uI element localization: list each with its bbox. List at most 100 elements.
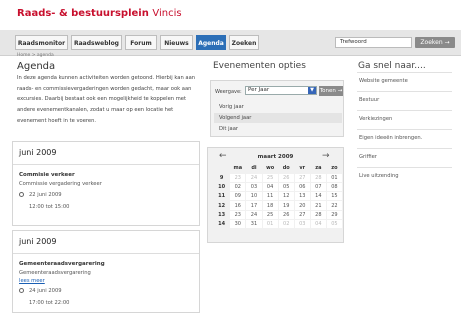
calendar-day[interactable]: 27	[293, 172, 311, 183]
quick-link[interactable]: Website gemeente	[357, 72, 452, 91]
calendar-day[interactable]: 22	[325, 200, 344, 211]
chevron-down-icon: ▼	[308, 87, 316, 94]
calendar-day[interactable]: 03	[245, 181, 263, 193]
calendar-header: ← maart 2009 →	[208, 148, 343, 164]
calendar-day[interactable]: 18	[261, 200, 279, 211]
event-date: 22 juni 2009	[19, 189, 193, 201]
week-number: 13	[212, 209, 231, 221]
weekday-header: do	[282, 165, 290, 172]
calendar-day[interactable]: 27	[293, 209, 311, 221]
event-title[interactable]: Commisie verkeer	[19, 170, 193, 180]
tab-zoeken[interactable]: Zoeken	[229, 35, 259, 50]
calendar-day[interactable]: 26	[277, 172, 295, 183]
calendar-week: 10 02 03 04 05 06 07 08	[212, 181, 344, 193]
weekday-header: vr	[299, 165, 306, 172]
search-button[interactable]: Zoeken →	[415, 37, 455, 48]
next-month-icon[interactable]: →	[322, 151, 330, 161]
mini-calendar: ← maart 2009 → ma di wo do vr za zo 9 23 24 25 26 2…	[207, 147, 344, 243]
week-column-header	[214, 164, 230, 173]
tab-raadsweblog[interactable]: Raadsweblog	[71, 35, 122, 50]
calendar-day[interactable]: 02	[277, 218, 295, 230]
event-title[interactable]: Gemeenteraadsvergarering	[19, 259, 193, 269]
calendar-day[interactable]: 29	[325, 209, 344, 221]
calendar-day[interactable]: 09	[229, 191, 247, 202]
calendar-day[interactable]: 02	[229, 181, 247, 193]
quick-link[interactable]: Eigen ideeën inbrengen.	[357, 129, 452, 148]
calendar-day[interactable]: 16	[229, 200, 247, 211]
calendar-day[interactable]: 10	[245, 191, 263, 202]
search-input[interactable]: Trefwoord	[335, 37, 412, 48]
calendar-day[interactable]: 05	[277, 181, 295, 193]
show-button[interactable]: Tonen →	[319, 86, 343, 96]
calendar-day[interactable]: 25	[261, 172, 279, 183]
quick-link[interactable]: Verkiezingen	[357, 110, 452, 129]
calendar-day[interactable]: 26	[277, 209, 295, 221]
event-description: Commissie vergadering verkeer	[19, 181, 102, 187]
quick-links-title: Ga snel naar....	[358, 61, 426, 71]
event-description: Gemeenteraadsvergarering	[19, 270, 91, 276]
intro-text: In deze agenda kunnen activiteiten worde…	[17, 75, 196, 124]
calendar-day[interactable]: 17	[245, 200, 263, 211]
calendar-day[interactable]: 23	[229, 172, 247, 183]
event-card: juni 2009 Commisie verkeer Commissie ver…	[12, 141, 200, 226]
weekday-header: zo	[331, 165, 338, 172]
calendar-day[interactable]: 19	[277, 200, 295, 211]
site-brand[interactable]: Raads- & bestuursplein Vincis	[17, 8, 182, 19]
calendar-day[interactable]: 23	[229, 209, 247, 221]
quick-link[interactable]: Griffier	[357, 148, 452, 167]
calendar-day[interactable]: 04	[261, 181, 279, 193]
calendar-day[interactable]: 12	[277, 191, 295, 202]
calendar-day[interactable]: 01	[261, 218, 279, 230]
calendar-day[interactable]: 28	[309, 172, 327, 183]
calendar-day[interactable]: 24	[245, 209, 263, 221]
calendar-day[interactable]: 24	[245, 172, 263, 183]
option-vorig-jaar[interactable]: Vorig jaar	[214, 102, 342, 112]
tab-agenda[interactable]: Agenda	[196, 35, 226, 50]
calendar-day[interactable]: 03	[293, 218, 311, 230]
clock-icon	[19, 192, 24, 197]
brand-subtitle: Vincis	[152, 8, 182, 19]
event-time: 17:00 tot 22:00	[29, 300, 70, 306]
week-number: 12	[212, 200, 231, 211]
calendar-week: 11 09 10 11 12 13 14 15	[212, 191, 344, 202]
calendar-day[interactable]: 01	[325, 172, 344, 183]
calendar-day[interactable]: 31	[245, 218, 263, 230]
calendar-day[interactable]: 13	[293, 191, 311, 202]
view-label: Weergave:	[215, 89, 242, 95]
read-more-link[interactable]: lees meer	[19, 278, 193, 285]
quick-link[interactable]: Live uitzending	[357, 167, 452, 186]
calendar-day[interactable]: 20	[293, 200, 311, 211]
clock-icon	[19, 288, 24, 293]
calendar-day[interactable]: 06	[293, 181, 311, 193]
calendar-day[interactable]: 28	[309, 209, 327, 221]
tab-forum[interactable]: Forum	[125, 35, 157, 50]
tab-raadsmonitor[interactable]: Raadsmonitor	[15, 35, 68, 50]
week-number: 9	[212, 172, 231, 183]
view-select[interactable]: Per Jaar ▼	[245, 86, 317, 95]
event-options-panel: Weergave: Per Jaar ▼ Tonen → Vorig jaar V…	[210, 80, 344, 137]
event-time: 12:00 tot 15:00	[29, 204, 70, 210]
quick-link[interactable]: Bestuur	[357, 91, 452, 110]
calendar-day[interactable]: 21	[309, 200, 327, 211]
option-volgend-jaar[interactable]: Volgend jaar	[214, 113, 342, 123]
event-options-title: Evenementen opties	[213, 61, 306, 71]
calendar-day[interactable]: 15	[325, 191, 344, 202]
tab-nieuws[interactable]: Nieuws	[160, 35, 193, 50]
week-number: 11	[212, 191, 231, 202]
calendar-day[interactable]: 08	[325, 181, 344, 193]
calendar-week: 13 23 24 25 26 27 28 29	[212, 209, 344, 221]
calendar-day[interactable]: 30	[229, 218, 247, 230]
weekday-header: ma	[233, 165, 243, 172]
calendar-day[interactable]: 14	[309, 191, 327, 202]
calendar-day[interactable]: 11	[261, 191, 279, 202]
option-dit-jaar[interactable]: Dit jaar	[214, 124, 342, 134]
week-number: 14	[212, 218, 231, 230]
calendar-day[interactable]: 07	[309, 181, 327, 193]
event-date-text: 22 juni 2009	[29, 192, 62, 198]
calendar-day[interactable]: 05	[325, 218, 344, 230]
calendar-day[interactable]: 25	[261, 209, 279, 221]
event-date-text: 24 juni 2009	[29, 288, 62, 294]
breadcrumb[interactable]: Home > agenda	[17, 53, 54, 58]
weekday-header: za	[315, 165, 322, 172]
calendar-day[interactable]: 04	[309, 218, 327, 230]
